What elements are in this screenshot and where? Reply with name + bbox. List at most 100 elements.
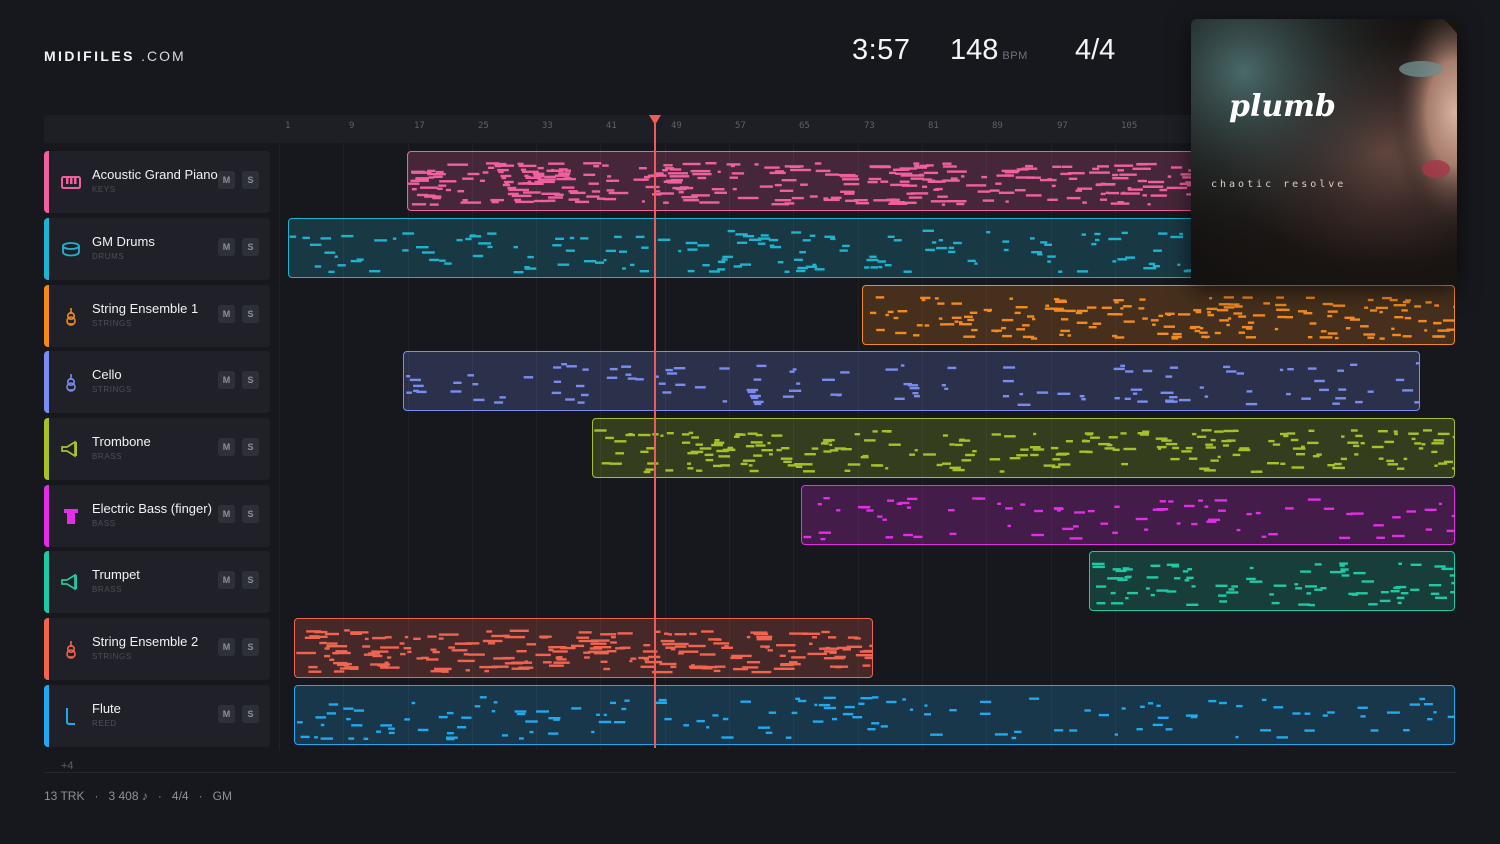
mute-button[interactable]: M [218, 505, 235, 523]
mute-button[interactable]: M [218, 705, 235, 723]
track-color-stripe [44, 285, 49, 347]
track-header[interactable]: Trombone BRASS M S [44, 418, 270, 480]
violin-icon [61, 306, 81, 326]
track-name[interactable]: String Ensemble 1 [92, 301, 198, 316]
mute-button[interactable]: M [218, 571, 235, 589]
footer-divider [44, 772, 1456, 773]
track-count: 13 TRK [44, 789, 85, 803]
track-category: REED [92, 719, 117, 728]
clip-notes [870, 296, 1454, 340]
album-cover: plumb chaotic resolve [1191, 19, 1457, 285]
track-color-stripe [44, 151, 49, 213]
solo-button[interactable]: S [242, 705, 259, 723]
track-color-stripe [44, 551, 49, 613]
solo-button[interactable]: S [242, 238, 259, 256]
ruler-bar-label: 41 [606, 121, 617, 131]
track-header[interactable]: String Ensemble 2 STRINGS M S [44, 618, 270, 680]
mute-button[interactable]: M [218, 438, 235, 456]
mute-button[interactable]: M [218, 238, 235, 256]
ruler-bar-label: 17 [414, 121, 425, 131]
playhead-marker-icon[interactable] [649, 115, 661, 125]
clip-notes [803, 497, 1454, 541]
ruler-bar-label: 105 [1121, 121, 1138, 131]
brand-logo[interactable]: MIDIFILES .COM [44, 48, 186, 64]
solo-button[interactable]: S [242, 571, 259, 589]
track-header[interactable]: String Ensemble 1 STRINGS M S [44, 285, 270, 347]
playhead[interactable] [654, 115, 656, 748]
drum-icon [61, 239, 81, 259]
midi-clip[interactable] [1089, 551, 1455, 611]
ruler-bar-label: 89 [992, 121, 1003, 131]
ruler-bar-label: 49 [671, 121, 682, 131]
midi-clip[interactable] [801, 485, 1455, 545]
more-tracks-indicator[interactable]: +4 [61, 760, 74, 772]
piano-icon [61, 172, 81, 192]
bass-icon [61, 506, 81, 526]
tempo-display[interactable]: 148 BPM [950, 34, 1028, 67]
solo-button[interactable]: S [242, 438, 259, 456]
midi-clip[interactable] [592, 418, 1455, 478]
ruler-bar-label: 1 [285, 121, 291, 131]
track-name[interactable]: Acoustic Grand Piano [92, 167, 218, 182]
solo-button[interactable]: S [242, 171, 259, 189]
solo-button[interactable]: S [242, 505, 259, 523]
ruler-bar-label: 73 [864, 121, 875, 131]
time-signature-display[interactable]: 4/4 [1075, 34, 1115, 67]
ruler-bar-label: 9 [349, 121, 355, 131]
mute-button[interactable]: M [218, 638, 235, 656]
mute-button[interactable]: M [218, 371, 235, 389]
track-header[interactable]: Electric Bass (finger) BASS M S [44, 485, 270, 547]
track-header[interactable]: Cello STRINGS M S [44, 351, 270, 413]
track-color-stripe [44, 685, 49, 747]
track-name[interactable]: Cello [92, 367, 122, 382]
clip-notes [297, 696, 1454, 741]
track-category: STRINGS [92, 385, 132, 394]
mute-button[interactable]: M [218, 171, 235, 189]
solo-button[interactable]: S [242, 371, 259, 389]
ruler-bar-label: 25 [478, 121, 489, 131]
track-name[interactable]: Trombone [92, 434, 151, 449]
clip-notes [406, 362, 1419, 406]
track-header[interactable]: Flute REED M S [44, 685, 270, 747]
track-category: BASS [92, 519, 116, 528]
ruler-bar-label: 81 [928, 121, 939, 131]
violin-icon [61, 372, 81, 392]
track-header[interactable]: GM Drums DRUMS M S [44, 218, 270, 280]
track-name[interactable]: Flute [92, 701, 121, 716]
track-name[interactable]: Trumpet [92, 567, 140, 582]
solo-button[interactable]: S [242, 305, 259, 323]
violin-icon [61, 639, 81, 659]
artist-logo: plumb [1229, 89, 1336, 124]
midi-clip[interactable] [294, 685, 1455, 745]
track-color-stripe [44, 351, 49, 413]
track-color-stripe [44, 418, 49, 480]
solo-button[interactable]: S [242, 638, 259, 656]
track-color-stripe [44, 218, 49, 280]
track-name[interactable]: String Ensemble 2 [92, 634, 198, 649]
track-category: DRUMS [92, 252, 125, 261]
horn-icon [61, 572, 81, 592]
midi-clip[interactable] [294, 618, 873, 678]
grid-line [279, 143, 280, 750]
footer-time-signature: 4/4 [171, 789, 189, 803]
track-name[interactable]: Electric Bass (finger) [92, 501, 212, 516]
track-name[interactable]: GM Drums [92, 234, 155, 249]
midi-clip[interactable] [862, 285, 1455, 345]
midi-clip[interactable] [403, 351, 1420, 411]
track-category: BRASS [92, 585, 123, 594]
clip-notes [296, 629, 872, 674]
app-window: MIDIFILES .COM 3:57 148 BPM 4/4 1 9 17 25 33 4… [0, 0, 1500, 844]
cover-art-image [1191, 19, 1457, 285]
midi-standard: GM [212, 789, 232, 803]
ruler-bar-label: 97 [1057, 121, 1068, 131]
track-category: STRINGS [92, 319, 132, 328]
track-category: BRASS [92, 452, 123, 461]
track-color-stripe [44, 485, 49, 547]
track-header[interactable]: Acoustic Grand Piano KEYS M S [44, 151, 270, 213]
album-title: chaotic resolve [1211, 179, 1347, 190]
status-bar: 13 TRK · 3 408 ♪ · 4/4 · GM [44, 789, 232, 803]
mute-button[interactable]: M [218, 305, 235, 323]
ruler-bar-label: 65 [799, 121, 810, 131]
track-header[interactable]: Trumpet BRASS M S [44, 551, 270, 613]
note-count: 3 408 ♪ [108, 789, 148, 803]
